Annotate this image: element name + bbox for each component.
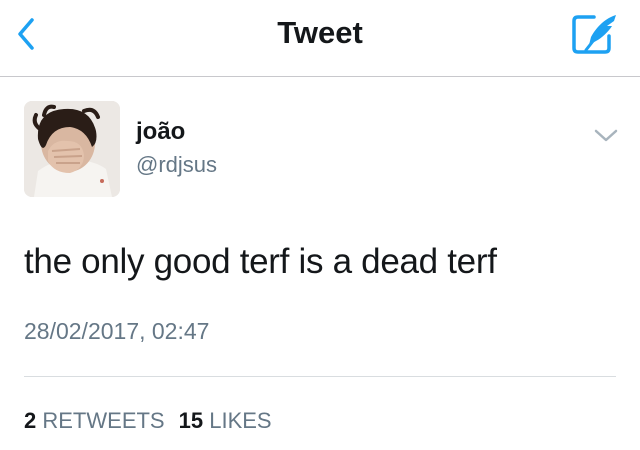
compose-quill-icon (572, 15, 616, 54)
author-display-name[interactable]: joão (136, 118, 185, 146)
chevron-left-icon (18, 18, 34, 50)
tweet-options-button[interactable] (592, 126, 620, 146)
author-handle[interactable]: @rdjsus (136, 152, 217, 178)
likes-count: 15 (178, 408, 204, 433)
chevron-down-icon (594, 129, 618, 142)
retweets-count: 2 (24, 408, 37, 433)
navigation-bar: Tweet (0, 0, 640, 77)
tweet-timestamp: 28/02/2017, 02:47 (24, 318, 210, 344)
retweets-stat[interactable]: 2 RETWEETS (24, 408, 165, 434)
retweets-label: RETWEETS (42, 408, 165, 433)
avatar[interactable] (24, 101, 120, 197)
tweet-stats: 2 RETWEETS 15 LIKES (24, 408, 286, 434)
page-title: Tweet (277, 15, 363, 50)
divider (24, 376, 616, 377)
back-button[interactable] (10, 14, 46, 54)
compose-tweet-button[interactable] (570, 12, 620, 56)
likes-label: LIKES (209, 408, 272, 433)
profile-photo (24, 101, 120, 197)
tweet-text: the only good terf is a dead terf (24, 242, 497, 281)
likes-stat[interactable]: 15 LIKES (179, 408, 272, 434)
